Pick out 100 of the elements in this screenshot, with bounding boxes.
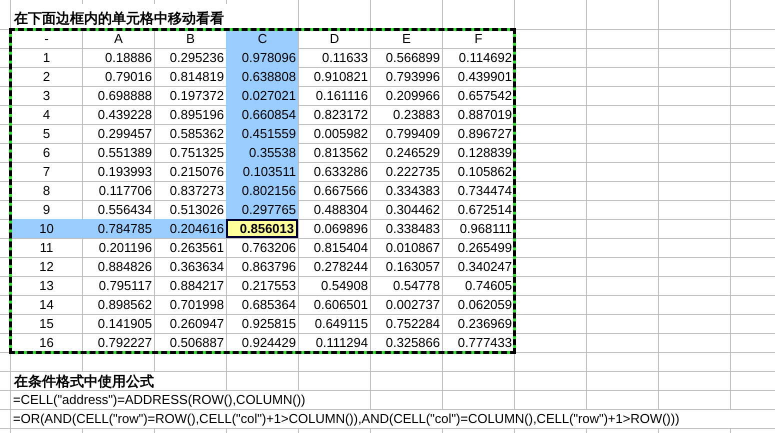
row-number: 2 [42, 68, 52, 86]
table-cell-text: 0.585362 [168, 125, 225, 143]
table-cell: 0.297765 [226, 200, 298, 219]
table-cell-text: 0.799409 [384, 125, 441, 143]
table-cell-text: 0.813562 [312, 144, 369, 162]
table-cell: 0.103511 [226, 162, 298, 181]
table-cell-text: 0.263561 [168, 239, 225, 257]
table-cell-text: 0.334383 [384, 182, 441, 200]
table-cell-text: 0.895196 [168, 106, 225, 124]
table-cell-text: 0.685364 [240, 296, 297, 314]
table-cell-text: 0.265499 [456, 239, 513, 257]
row-number: 5 [42, 125, 52, 143]
table-cell-text: 0.236969 [456, 315, 513, 333]
row-number: 3 [42, 87, 52, 105]
row-number: 14 [38, 296, 55, 314]
table-cell-text: 0.751325 [168, 144, 225, 162]
table-cell-text: 0.304462 [384, 201, 441, 219]
table-cell-text: 0.439228 [96, 106, 153, 124]
table-cell-text: 0.777433 [456, 334, 513, 352]
table-cell-text: 0.815404 [312, 239, 369, 257]
table-cell-text: 0.278244 [312, 258, 369, 276]
column-heading: F [474, 30, 484, 48]
row-number: 7 [42, 163, 52, 181]
column-heading: - [43, 30, 50, 48]
row-number: 9 [42, 201, 52, 219]
table-cell-text: 0.606501 [312, 296, 369, 314]
table-cell-text: 0.910821 [312, 68, 369, 86]
table-cell-text: 0.925815 [240, 315, 297, 333]
table-cell-text: 0.439901 [456, 68, 513, 86]
table-cell-text: 0.887019 [456, 106, 513, 124]
table-cell-text: 0.698888 [96, 87, 153, 105]
table-cell-text: 0.633286 [312, 163, 369, 181]
table-cell-text: 0.734474 [456, 182, 513, 200]
row-number: 6 [42, 144, 52, 162]
table-cell-text: 0.069896 [312, 220, 369, 238]
table-cell-text: 0.924429 [240, 334, 297, 352]
active-cell: 0.856013 [226, 219, 298, 238]
table-cell-text: 0.005982 [312, 125, 369, 143]
table-cell-text: 0.551389 [96, 144, 153, 162]
table-cell-text: 0.556434 [96, 201, 153, 219]
table-cell-text: 0.968111 [458, 220, 513, 238]
table-cell-text: 0.506887 [168, 334, 225, 352]
table-cell-text: 0.649115 [314, 315, 369, 333]
table-cell-text: 0.117706 [98, 182, 153, 200]
table-cell-text: 0.566899 [384, 49, 441, 67]
row-number: 12 [38, 258, 55, 276]
table-cell-text: 0.884826 [96, 258, 153, 276]
table-cell-text: 0.763206 [240, 239, 297, 257]
column-heading: E [401, 30, 412, 48]
table-cell-text: 0.11633 [320, 49, 369, 67]
table-cell-text: 0.209966 [384, 87, 441, 105]
table-cell-text: 0.141905 [96, 315, 153, 333]
table-cell-text: 0.23883 [392, 106, 441, 124]
column-heading: A [113, 30, 124, 48]
table-cell-text: 0.111294 [314, 334, 369, 352]
table-cell-text: 0.863796 [240, 258, 297, 276]
table-cell-text: 0.672514 [456, 201, 513, 219]
table-cell: 0.660854 [226, 105, 298, 124]
table-cell: 0.638808 [226, 67, 298, 86]
row-number: 1 [42, 49, 52, 67]
table-cell-text: 0.163057 [384, 258, 441, 276]
table-cell-text: 0.657542 [456, 87, 513, 105]
table-cell-text: 0.884217 [168, 277, 225, 295]
table-cell-text: 0.128839 [456, 144, 513, 162]
table-cell-text: 0.295236 [168, 49, 225, 67]
table-cell-text: 0.752284 [384, 315, 441, 333]
column-heading: B [185, 30, 196, 48]
row-number: 11 [38, 239, 54, 257]
table-cell-text: 0.701998 [168, 296, 225, 314]
row-number: 16 [38, 334, 55, 352]
table-cell-text: 0.667566 [312, 182, 369, 200]
table-cell: 0.978096 [226, 48, 298, 67]
table-cell-text: 0.793996 [384, 68, 441, 86]
table-cell-text: 0.299457 [96, 125, 153, 143]
table-cell: 0.802156 [226, 181, 298, 200]
table-cell-text: 0.222735 [384, 163, 441, 181]
table-cell-text: 0.010867 [384, 239, 441, 257]
column-heading: D [328, 30, 340, 48]
table-cell-text: 0.338483 [384, 220, 441, 238]
table-cell-text: 0.814819 [168, 68, 225, 86]
table-cell-text: 0.217553 [240, 277, 297, 295]
table-cell-text: 0.363634 [168, 258, 225, 276]
table-cell-text: 0.201196 [98, 239, 153, 257]
table-cell-text: 0.823172 [312, 106, 369, 124]
table-cell-text: 0.896727 [456, 125, 513, 143]
table-cell-text: 0.246529 [384, 144, 441, 162]
table-cell-text: 0.54908 [320, 277, 369, 295]
table-cell-text: 0.54778 [392, 277, 441, 295]
table-cell-text: 0.792227 [96, 334, 153, 352]
table-cell-text: 0.325866 [384, 334, 441, 352]
table-cell: 0.784785 [82, 219, 154, 238]
table-cell: 0.35538 [226, 143, 298, 162]
table-cell-text: 0.79016 [104, 68, 153, 86]
row-number: 8 [42, 182, 52, 200]
table-cell-text: 0.002737 [384, 296, 441, 314]
table-cell-text: 0.193993 [96, 163, 153, 181]
table-cell-text: 0.260947 [168, 315, 225, 333]
row-number: 13 [38, 277, 55, 295]
table-cell: 0.451559 [226, 124, 298, 143]
table-cell-text: 0.513026 [168, 201, 225, 219]
